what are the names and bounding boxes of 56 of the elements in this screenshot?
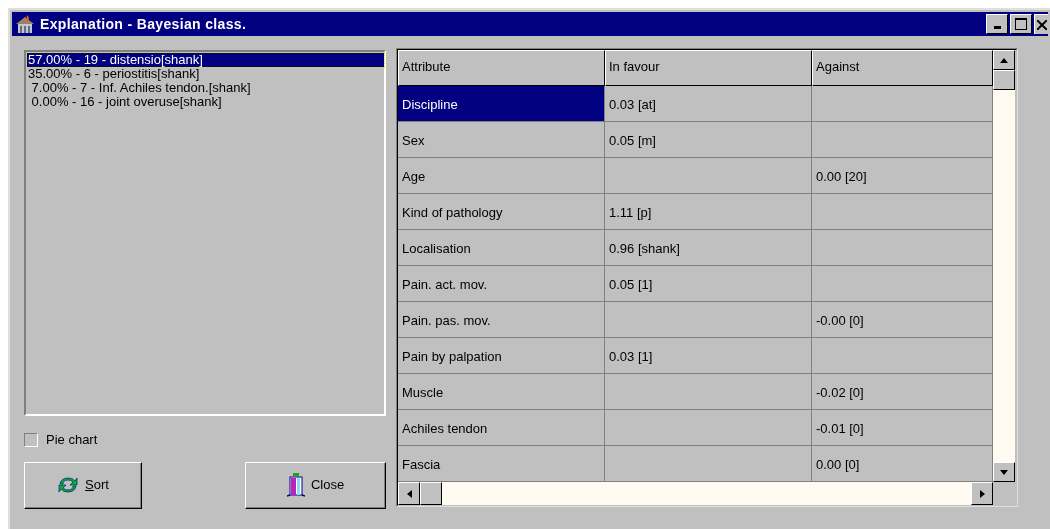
left-arrow-icon [406,489,412,498]
row-header-cell[interactable]: Age [398,158,605,194]
minimize-icon [993,26,1001,29]
vertical-scrollbar[interactable] [993,50,1015,482]
refresh-icon [57,476,80,494]
row-header-cell[interactable]: Pain by palpation [398,338,605,374]
close-window-button[interactable] [1034,14,1048,34]
table-cell: -0.02 [0] [812,374,993,410]
row-header-cell[interactable]: Kind of pathology [398,194,605,230]
door-icon [286,472,305,498]
checkbox-label: Pie chart [46,431,98,449]
list-item[interactable]: 35.00% - 6 - periostitis[shank] [27,67,384,81]
maximize-button[interactable] [1010,14,1032,34]
table-cell: 0.05 [1] [605,266,812,302]
class-listbox[interactable]: 57.00% - 19 - distensio[shank] 35.00% - 6 - periostitis[shank] 7.00% - 7 - Inf. Achiles tendon.[shank] 0.00% - 16 - joint overuse[shank] [24,50,386,416]
row-header-cell[interactable]: Pain. act. mov. [398,266,605,302]
row-header-cell[interactable]: Fascia [398,446,605,482]
horizontal-scrollbar[interactable] [398,482,993,505]
close-button[interactable]: Close [245,461,386,509]
list-item[interactable]: 57.00% - 19 - distensio[shank] [27,53,384,67]
sort-button[interactable]: Sort [24,461,142,509]
right-arrow-icon [979,489,985,498]
row-header-cell[interactable]: Achiles tendon [398,410,605,446]
close-icon [1037,19,1047,30]
scroll-left-button[interactable] [398,482,420,505]
scroll-right-button[interactable] [971,482,993,505]
list-item[interactable]: 7.00% - 7 - Inf. Achiles tendon.[shank] [27,81,384,95]
table-cell: 0.05 [m] [605,122,812,158]
column-header: In favour [605,50,812,86]
scroll-thumb[interactable] [420,482,442,505]
table-cell: -0.00 [0] [812,302,993,338]
minimize-button[interactable] [986,14,1008,34]
row-header-cell[interactable]: Localisation [398,230,605,266]
maximize-icon [1015,18,1027,30]
table-cell: 1.11 [p] [605,194,812,230]
column-header: Against [812,50,993,86]
window-title: Explanation - Bayesian class. [40,14,247,34]
row-header-cell[interactable]: Pain. pas. mov. [398,302,605,338]
down-arrow-icon [1000,469,1008,475]
row-header-cell[interactable]: Discipline [398,86,605,122]
scroll-down-button[interactable] [993,462,1015,482]
table-cell: 0.00 [0] [812,446,993,482]
checkbox[interactable] [24,432,38,447]
row-header-cell[interactable]: Muscle [398,374,605,410]
table-cell: 0.96 [shank] [605,230,812,266]
table-cell: 0.03 [1] [605,338,812,374]
house-icon [14,14,36,34]
table-cell: 0.00 [20] [812,158,993,194]
list-item[interactable]: 0.00% - 16 - joint overuse[shank] [27,95,384,109]
up-arrow-icon [1000,57,1008,63]
row-header-cell[interactable]: Sex [398,122,605,158]
table-cell: -0.01 [0] [812,410,993,446]
table-cell: 0.03 [at] [605,86,812,122]
column-header: Attribute [398,50,605,86]
scroll-up-button[interactable] [993,50,1015,70]
scroll-thumb[interactable] [993,70,1015,90]
